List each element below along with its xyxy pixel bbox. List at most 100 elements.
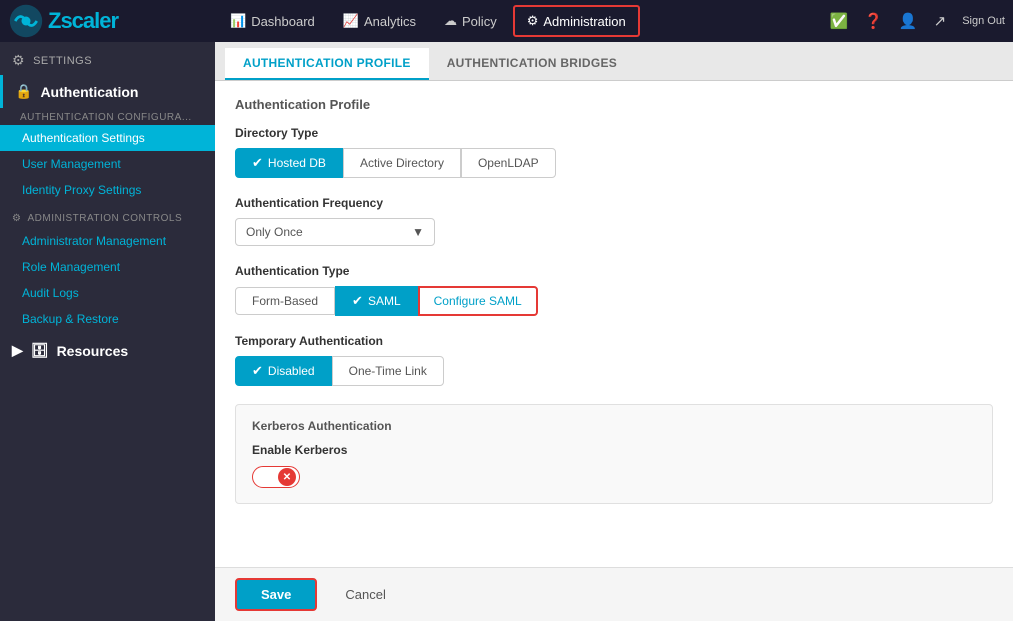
logo-text: Zscaler — [48, 8, 118, 34]
auth-type-group: Authentication Type Form-Based ✔ SAML Co… — [235, 264, 993, 316]
temp-auth-label: Temporary Authentication — [235, 334, 993, 348]
content-section-title: Authentication Profile — [235, 97, 993, 112]
openldap-label: OpenLDAP — [478, 156, 539, 170]
sidebar-admin-mgmt-label: Administrator Management — [22, 234, 166, 248]
auth-type-label: Authentication Type — [235, 264, 993, 278]
export-icon[interactable]: ↗ — [930, 8, 951, 34]
saml-check-icon: ✔ — [352, 293, 363, 309]
hosted-db-label: Hosted DB — [268, 156, 326, 170]
kerberos-enable-label: Enable Kerberos — [252, 443, 976, 457]
auth-type-buttons: Form-Based ✔ SAML Configure SAML — [235, 286, 993, 316]
auth-config-header: AUTHENTICATION CONFIGURA... — [0, 108, 215, 125]
tab-auth-bridges-label: Authentication Bridges — [447, 56, 617, 70]
directory-type-label: Directory Type — [235, 126, 993, 140]
sidebar-link-identity-proxy[interactable]: Identity Proxy Settings — [0, 177, 215, 203]
auth-frequency-label: Authentication Frequency — [235, 196, 993, 210]
tab-auth-profile-label: Authentication Profile — [243, 56, 411, 70]
save-button[interactable]: Save — [235, 578, 317, 611]
btn-hosted-db[interactable]: ✔ Hosted DB — [235, 148, 343, 178]
sidebar-settings-header[interactable]: ⚙ Settings — [0, 42, 215, 75]
sidebar-admin-controls-label: ADMINISTRATION CONTROLS — [27, 213, 182, 224]
sidebar-link-user-management[interactable]: User Management — [0, 151, 215, 177]
sign-out-button[interactable]: Sign Out — [962, 15, 1005, 27]
btn-saml[interactable]: ✔ SAML — [335, 286, 418, 316]
btn-form-based[interactable]: Form-Based — [235, 287, 335, 315]
btn-one-time-link[interactable]: One-Time Link — [332, 356, 444, 386]
sidebar-role-mgmt-label: Role Management — [22, 260, 120, 274]
btn-active-directory[interactable]: Active Directory — [343, 148, 461, 178]
tabs-bar: Authentication Profile Authentication Br… — [215, 42, 1013, 81]
hosted-db-check-icon: ✔ — [252, 155, 263, 171]
kerberos-section: Kerberos Authentication Enable Kerberos … — [235, 404, 993, 504]
sidebar-backup-restore-label: Backup & Restore — [22, 312, 119, 326]
kerberos-toggle-track[interactable]: ✕ — [252, 466, 300, 488]
auth-frequency-select[interactable]: Only Once ▼ — [235, 218, 435, 246]
auth-frequency-value: Only Once — [246, 225, 303, 239]
nav-icons: ✅ ❓ 👤 ↗ Sign Out — [826, 8, 1005, 34]
chevron-right-icon: ▶ — [12, 342, 23, 359]
user-icon[interactable]: 👤 — [895, 8, 922, 34]
sidebar-link-role-mgmt[interactable]: Role Management — [0, 254, 215, 280]
nav-analytics-label: Analytics — [364, 14, 416, 29]
sidebar-resources-header[interactable]: ▶ 🗄 Resources — [0, 332, 215, 369]
configure-saml-label: Configure SAML — [434, 294, 522, 308]
active-directory-label: Active Directory — [360, 156, 444, 170]
sidebar-audit-logs-label: Audit Logs — [22, 286, 79, 300]
main-layout: ⚙ Settings 🔒 Authentication AUTHENTICATI… — [0, 42, 1013, 621]
main-content: Authentication Profile Authentication Br… — [215, 42, 1013, 621]
nav-dashboard-label: Dashboard — [251, 14, 315, 29]
tab-auth-profile[interactable]: Authentication Profile — [225, 48, 429, 80]
zscaler-logo-icon — [8, 3, 44, 39]
cancel-button[interactable]: Cancel — [329, 580, 401, 609]
disabled-label: Disabled — [268, 364, 315, 378]
sidebar-link-administrator-mgmt[interactable]: Administrator Management — [0, 228, 215, 254]
admin-controls-icon: ⚙ — [12, 213, 21, 224]
nav-item-analytics[interactable]: 📈 Analytics — [331, 7, 428, 35]
sidebar-user-mgmt-label: User Management — [22, 157, 121, 171]
nav-item-policy[interactable]: ☁ Policy — [432, 7, 509, 35]
dashboard-icon: 📊 — [230, 13, 246, 29]
directory-type-buttons: ✔ Hosted DB Active Directory OpenLDAP — [235, 148, 993, 178]
disabled-check-icon: ✔ — [252, 363, 263, 379]
sidebar-admin-controls-header: ⚙ ADMINISTRATION CONTROLS — [0, 203, 215, 228]
admin-icon: ⚙ — [527, 13, 539, 29]
nav-policy-label: Policy — [462, 14, 497, 29]
btn-disabled[interactable]: ✔ Disabled — [235, 356, 332, 386]
settings-icon: ⚙ — [12, 52, 25, 69]
sidebar-identity-proxy-label: Identity Proxy Settings — [22, 183, 141, 197]
sidebar-link-auth-settings[interactable]: Authentication Settings — [0, 125, 215, 151]
chevron-down-icon: ▼ — [412, 225, 424, 239]
kerberos-section-title: Kerberos Authentication — [252, 419, 976, 433]
help-icon[interactable]: ❓ — [860, 8, 887, 34]
analytics-icon: 📈 — [343, 13, 359, 29]
content-area: Authentication Profile Directory Type ✔ … — [215, 81, 1013, 567]
one-time-link-label: One-Time Link — [349, 364, 427, 378]
bottom-actions: Save Cancel — [215, 567, 1013, 621]
tab-auth-bridges[interactable]: Authentication Bridges — [429, 48, 635, 80]
kerberos-toggle[interactable]: ✕ — [252, 465, 302, 489]
sidebar-settings-label: Settings — [33, 55, 92, 67]
sidebar-resources-label: Resources — [57, 343, 129, 359]
checkmark-icon[interactable]: ✅ — [826, 8, 853, 34]
lock-icon: 🔒 — [15, 83, 32, 100]
cancel-label: Cancel — [345, 587, 385, 602]
saml-label: SAML — [368, 294, 401, 308]
sidebar-link-audit-logs[interactable]: Audit Logs — [0, 280, 215, 306]
btn-openldap[interactable]: OpenLDAP — [461, 148, 556, 178]
top-nav: Zscaler 📊 Dashboard 📈 Analytics ☁ Policy… — [0, 0, 1013, 42]
sidebar-authentication-label: Authentication — [40, 84, 138, 100]
resources-icon: 🗄 — [31, 342, 49, 359]
sidebar-auth-config-label: AUTHENTICATION CONFIGURA... — [20, 112, 192, 123]
auth-frequency-group: Authentication Frequency Only Once ▼ — [235, 196, 993, 246]
save-label: Save — [261, 587, 291, 602]
nav-items: 📊 Dashboard 📈 Analytics ☁ Policy ⚙ Admin… — [218, 5, 826, 37]
btn-configure-saml[interactable]: Configure SAML — [418, 286, 538, 316]
kerberos-toggle-thumb: ✕ — [278, 468, 296, 486]
sidebar-link-backup-restore[interactable]: Backup & Restore — [0, 306, 215, 332]
sidebar-authentication-parent[interactable]: 🔒 Authentication — [0, 75, 215, 108]
nav-item-administration[interactable]: ⚙ Administration — [513, 5, 640, 37]
logo-area: Zscaler — [8, 3, 218, 39]
directory-type-group: Directory Type ✔ Hosted DB Active Direct… — [235, 126, 993, 178]
temp-auth-group: Temporary Authentication ✔ Disabled One-… — [235, 334, 993, 386]
nav-item-dashboard[interactable]: 📊 Dashboard — [218, 7, 327, 35]
